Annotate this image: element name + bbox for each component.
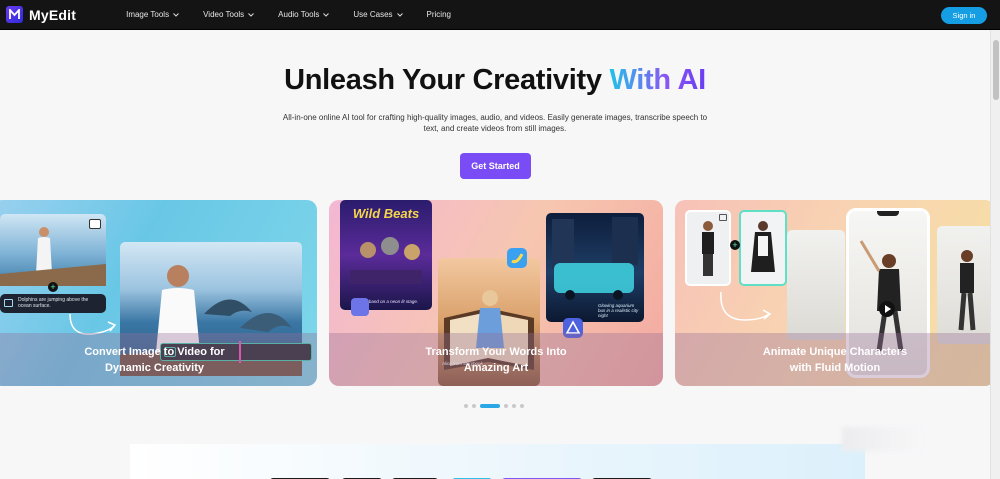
feature-card-image-to-video[interactable]: Dolphins are jumping above the ocean sur… (0, 200, 317, 386)
poster-title: Wild Beats (352, 206, 420, 221)
scrollbar-thumb[interactable] (993, 40, 999, 100)
woman-pose-illustration (958, 250, 976, 331)
image-icon (89, 219, 101, 229)
nav-label: Video Tools (203, 10, 245, 19)
nav-label: Use Cases (353, 10, 393, 19)
carousel-dot[interactable] (464, 404, 468, 408)
nav-audio-tools[interactable]: Audio Tools (278, 10, 330, 19)
play-button[interactable] (879, 301, 895, 317)
card-caption: Animate Unique Characters with Fluid Moti… (675, 333, 990, 386)
page-scrollbar[interactable] (990, 30, 1000, 479)
nav-label: Image Tools (126, 10, 170, 19)
prompt-text: Dolphins are jumping above the ocean sur… (18, 297, 89, 309)
animation-frame-left (787, 230, 845, 340)
card-caption: Convert Image to Video for Dynamic Creati… (0, 333, 317, 386)
main-page: Unleash Your Creativity With AI All-in-o… (0, 30, 990, 479)
nav-video-tools[interactable]: Video Tools (203, 10, 255, 19)
arrow-icon (720, 291, 772, 321)
nav-pricing[interactable]: Pricing (427, 10, 451, 19)
animation-frame-right (937, 226, 990, 344)
myedit-logo-icon (6, 6, 23, 23)
hero-title: Unleash Your Creativity With AI (0, 64, 990, 97)
carousel-dot[interactable] (512, 404, 516, 408)
sign-in-button[interactable]: Sign in (941, 7, 987, 24)
carousel-dot-active[interactable] (480, 404, 500, 408)
character-photo (685, 210, 731, 286)
blurred-badge (842, 427, 922, 451)
hero-title-accent: With AI (609, 64, 706, 96)
phone-notch (877, 211, 899, 216)
aquarium-bus-image: Glowing aquarium bus in a realistic city… (546, 213, 644, 322)
caption-line-1: Convert Image to Video for (84, 345, 225, 358)
nav-use-cases[interactable]: Use Cases (353, 10, 403, 19)
caption-line-1: Animate Unique Characters (762, 345, 908, 358)
carousel-dot[interactable] (472, 404, 476, 408)
chevron-down-icon (173, 12, 179, 17)
app-name: MyEdit (29, 6, 77, 23)
chevron-down-icon (323, 12, 330, 17)
carousel-pagination (464, 404, 528, 408)
chevron-down-icon (248, 12, 255, 17)
bus-caption: Glowing aquarium bus in a realistic city… (598, 303, 639, 318)
get-started-button[interactable]: Get Started (460, 153, 531, 179)
nav-label: Pricing (426, 10, 451, 19)
caption-line-1: Transform Your Words Into (425, 345, 567, 358)
carousel-dot[interactable] (520, 404, 524, 408)
plus-icon: + (730, 240, 740, 250)
chevron-down-icon (396, 12, 403, 17)
businesswoman-illustration (702, 221, 714, 276)
banana-icon (507, 248, 527, 268)
text-prompt-icon (4, 299, 13, 307)
play-icon (885, 305, 891, 313)
style-reference-photo (739, 210, 787, 286)
feature-card-text-to-art[interactable]: Wild Beats Animal band on a neon lit sta… (329, 200, 663, 386)
nav-label: Audio Tools (278, 10, 320, 19)
carousel-dot[interactable] (504, 404, 508, 408)
hero-subtitle: All-in-one online AI tool for crafting h… (282, 113, 708, 133)
image-icon (719, 214, 727, 221)
top-navbar: MyEdit Image Tools Video Tools Audio Too… (0, 0, 1000, 30)
feature-card-animate-characters[interactable]: + Animate Unique Characters with Fluid Mo… (675, 200, 990, 386)
card-caption: Transform Your Words Into Amazing Art (329, 333, 663, 386)
nav-image-tools[interactable]: Image Tools (126, 10, 179, 19)
caption-line-2: Amazing Art (463, 361, 529, 374)
ai-chip-icon (351, 298, 369, 316)
cropped-section-heading (270, 478, 652, 479)
maid-character-illustration (751, 221, 775, 272)
caption-line-2: Dynamic Creativity (104, 361, 205, 374)
plus-icon: + (48, 282, 58, 292)
caption-line-2: with Fluid Motion (789, 361, 881, 374)
main-nav: Image Tools Video Tools Audio Tools Use … (126, 10, 475, 19)
source-photo-thumbnail (0, 214, 106, 286)
logo[interactable]: MyEdit (6, 6, 76, 23)
hero-title-plain: Unleash Your Creativity (284, 64, 610, 96)
wild-beats-poster: Wild Beats Animal band on a neon lit sta… (340, 200, 432, 310)
